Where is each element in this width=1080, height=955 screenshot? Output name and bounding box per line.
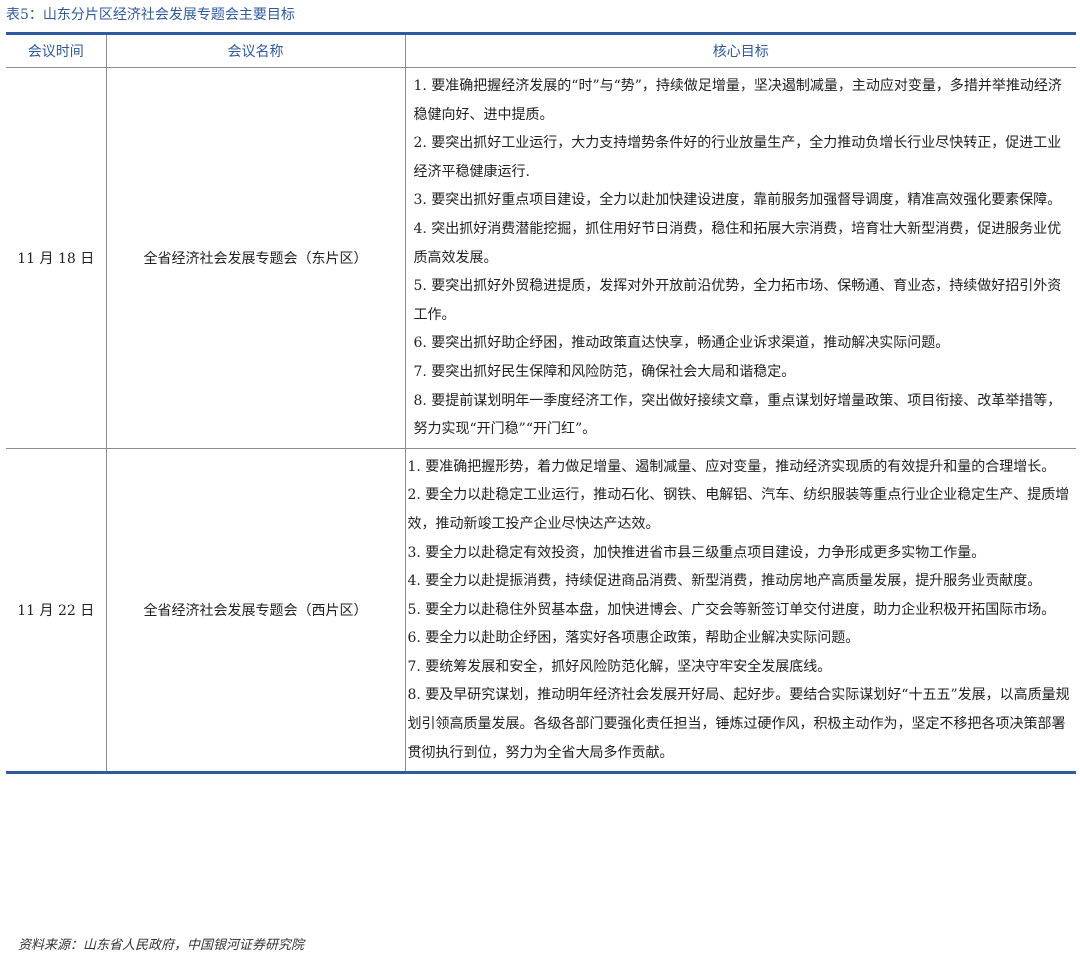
goal-item: 2. 要突出抓好工业运行，大力支持增势条件好的行业放量生产，全力推动负增长行业尽… (413, 135, 1062, 180)
table-caption: 表5：山东分片区经济社会发展专题会主要目标 (6, 7, 295, 23)
meeting-name: 全省经济社会发展专题会（东片区） (105, 67, 405, 449)
goal-item: 4. 要全力以赴提振消费，持续促进商品消费、新型消费，推动房地产高质量发展，提升… (407, 573, 1042, 590)
goal-item: 3. 要全力以赴稳定有效投资，加快推进省市县三级重点项目建设，力争形成更多实物工… (407, 544, 986, 561)
meeting-date: 11 月 18 日 (6, 67, 106, 449)
goal-item: 3. 要突出抓好重点项目建设，全力以赴加快建设进度，靠前服务加强督导调度，精准高… (413, 192, 1062, 209)
table-row: 11 月 18 日 全省经济社会发展专题会（东片区） 1. 要准确把握经济发展的… (6, 67, 1076, 449)
goals-table: 会议时间 会议名称 核心目标 11 月 18 日 全省经济社会发展专题会（东片区… (6, 32, 1076, 775)
meeting-date: 11 月 22 日 (6, 447, 106, 772)
goal-item: 8. 要提前谋划明年一季度经济工作，突出做好接续文章，重点谋划好增量政策、项目衔… (413, 392, 1062, 438)
header-meeting-time: 会议时间 (6, 35, 106, 68)
goal-item: 6. 要突出抓好助企纾困，推动政策直达快享，畅通企业诉求渠道，推动解决实际问题。 (413, 335, 950, 352)
goal-item: 2. 要全力以赴稳定工业运行，推动石化、钢铁、电解铝、汽车、纺织服装等重点行业企… (407, 487, 1070, 532)
meeting-name: 全省经济社会发展专题会（西片区） (105, 447, 405, 772)
goal-item: 1. 要准确把握形势，着力做足增量、遏制减量、应对变量，推动经济实现质的有效提升… (407, 458, 1056, 475)
header-meeting-name: 会议名称 (105, 35, 405, 68)
core-goals-cell: 1. 要准确把握形势，着力做足增量、遏制减量、应对变量，推动经济实现质的有效提升… (404, 447, 1076, 772)
goal-item: 7. 要突出抓好民生保障和风险防范，确保社会大局和谐稳定。 (413, 363, 796, 380)
table-row: 11 月 22 日 全省经济社会发展专题会（西片区） 1. 要准确把握形势，着力… (6, 447, 1076, 772)
table-header-row: 会议时间 会议名称 核心目标 (6, 35, 1076, 68)
goal-item: 1. 要准确把握经济发展的“时”与“势”，持续做足增量，坚决遏制减量，主动应对变… (413, 78, 1062, 123)
goal-item: 6. 要全力以赴助企纾困，落实好各项惠企政策，帮助企业解决实际问题。 (407, 630, 860, 647)
source-note: 资料来源：山东省人民政府，中国银河证券研究院 (18, 938, 305, 953)
core-goals-cell: 1. 要准确把握经济发展的“时”与“势”，持续做足增量，坚决遏制减量，主动应对变… (404, 67, 1076, 449)
header-core-goals: 核心目标 (404, 35, 1076, 68)
goal-item: 8. 要及早研究谋划，推动明年经济社会发展开好局、起好步。要结合实际谋划好“十五… (407, 687, 1070, 761)
goal-item: 4. 突出抓好消费潜能挖掘，抓住用好节日消费，稳住和拓展大宗消费，培育壮大新型消… (413, 220, 1062, 266)
goal-item: 7. 要统筹发展和安全，抓好风险防范化解，坚决守牢安全发展底线。 (407, 658, 832, 675)
goal-item: 5. 要全力以赴稳住外贸基本盘，加快进博会、广交会等新签订单交付进度，助力企业积… (407, 601, 1056, 618)
goal-item: 5. 要突出抓好外贸稳进提质，发挥对外开放前沿优势，全力拓市场、保畅通、育业态，… (413, 278, 1062, 323)
